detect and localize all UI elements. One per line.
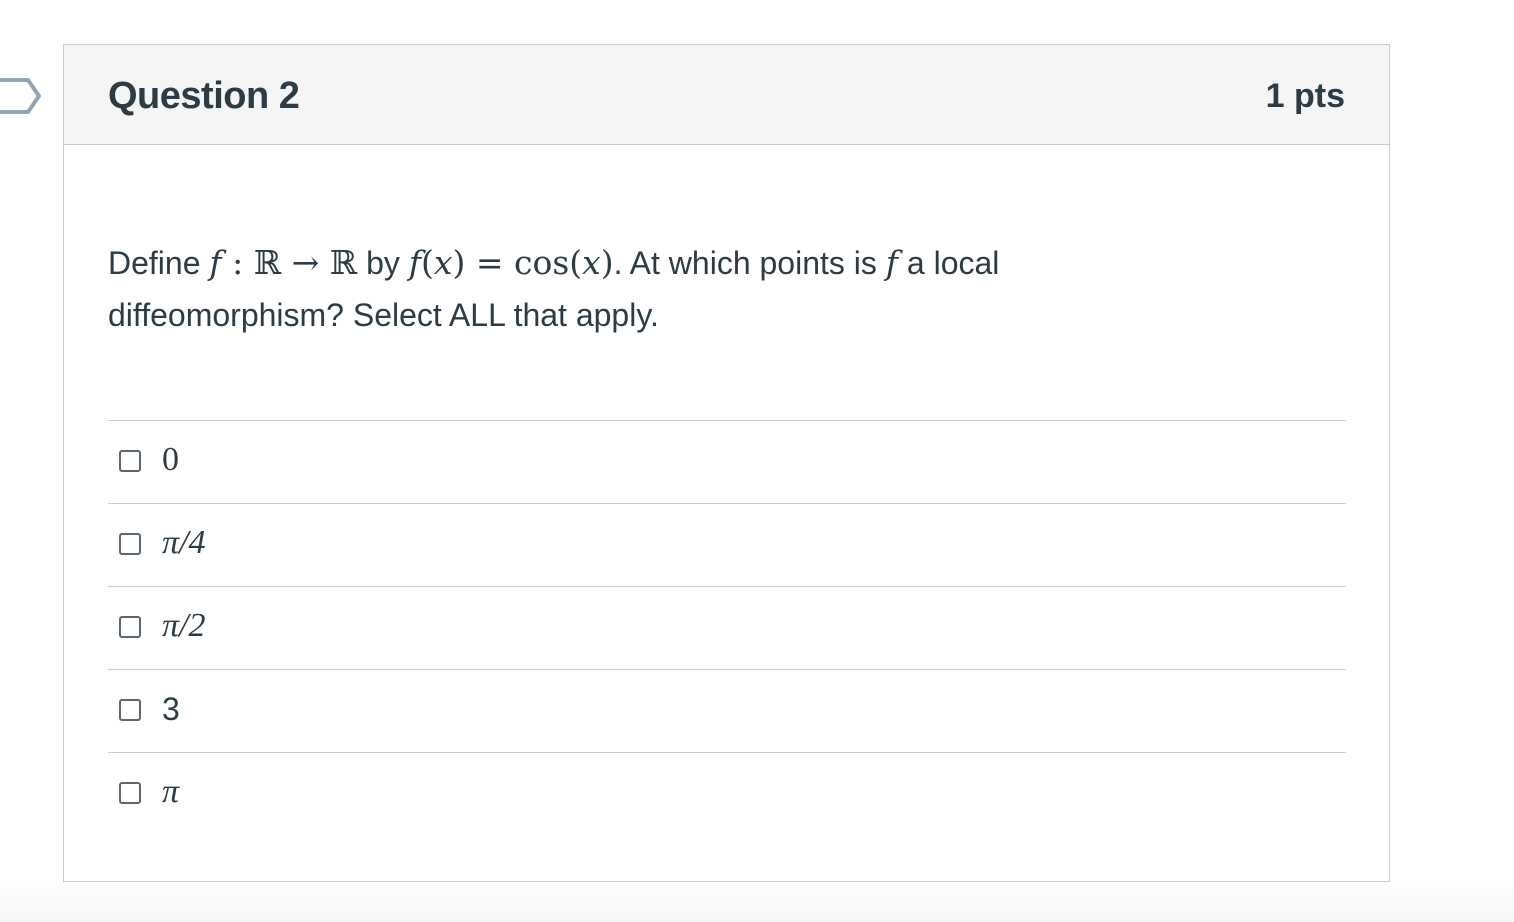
math-expression: f xyxy=(886,243,898,282)
math-expression: f : ℝ → ℝ xyxy=(209,243,357,282)
question-text: Define f : ℝ → ℝ by f(x) = cos(x). At wh… xyxy=(108,237,1208,341)
question-text-part: Define xyxy=(108,245,210,281)
math-symbol: ) xyxy=(600,243,614,282)
page-bottom-fade xyxy=(0,882,1514,922)
answer-checkbox[interactable] xyxy=(119,699,141,721)
math-symbol: f xyxy=(408,243,421,282)
answer-option[interactable]: π/4 xyxy=(108,504,1346,587)
answer-checkbox[interactable] xyxy=(119,782,141,804)
answer-label: π/4 xyxy=(162,524,206,561)
question-title: Question 2 xyxy=(108,75,300,117)
math-symbol: f xyxy=(885,243,898,282)
question-header: Question 2 1 pts xyxy=(64,45,1389,145)
question-card: Question 2 1 pts Define f : ℝ → ℝ by f(x… xyxy=(63,44,1390,882)
answer-checkbox[interactable] xyxy=(119,616,141,638)
answer-label: π xyxy=(162,773,180,810)
answer-option[interactable]: 0 xyxy=(108,421,1346,504)
answer-option[interactable]: 3 xyxy=(108,670,1346,753)
bookmark-flag-icon[interactable] xyxy=(0,76,42,116)
answer-list: 0 π/4 π/2 3 π xyxy=(108,420,1346,836)
answer-label: 3 xyxy=(162,691,180,727)
math-symbol: x xyxy=(582,243,601,282)
answer-checkbox[interactable] xyxy=(119,533,141,555)
math-expression: f(x) = cos(x) xyxy=(409,243,614,282)
math-symbol: ( xyxy=(420,243,434,282)
math-symbol: ) = cos( xyxy=(452,243,583,282)
answer-option[interactable]: π/2 xyxy=(108,587,1346,670)
answer-option[interactable]: π xyxy=(108,753,1346,836)
answer-label: 0 xyxy=(162,441,179,478)
answer-checkbox[interactable] xyxy=(119,450,141,472)
question-text-part: . At which points is xyxy=(613,245,886,281)
question-points: 1 pts xyxy=(1265,77,1345,115)
answer-label: π/2 xyxy=(162,607,206,644)
math-symbol: f xyxy=(209,243,222,282)
math-symbol: : ℝ → ℝ xyxy=(221,243,358,282)
question-text-part: by xyxy=(357,245,409,281)
math-symbol: x xyxy=(433,243,453,282)
